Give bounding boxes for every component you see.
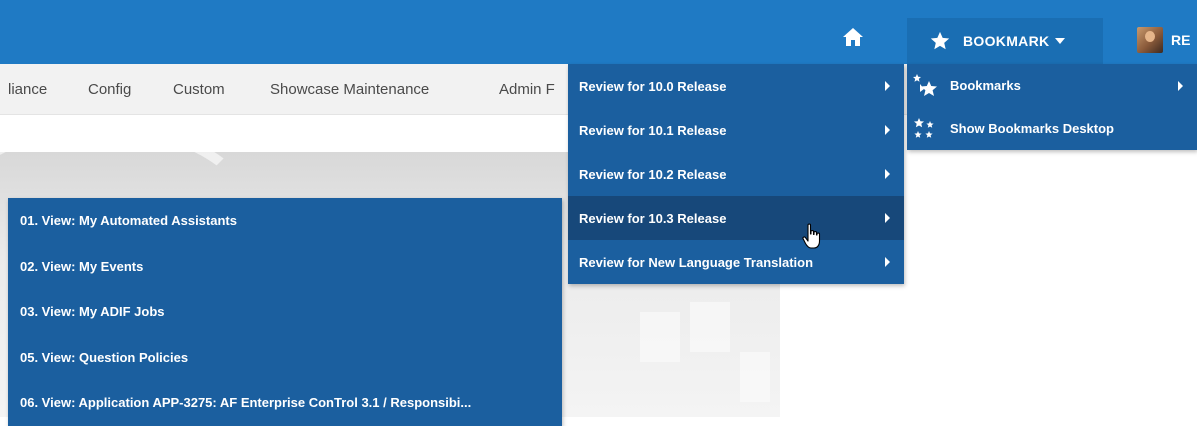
chevron-right-icon <box>1178 81 1183 91</box>
menu-item-show-bookmarks-desktop[interactable]: Show Bookmarks Desktop <box>907 107 1197 150</box>
menu-item-label: 05. View: Question Policies <box>20 349 189 365</box>
menu-item-release-10-2[interactable]: Review for 10.2 Release <box>568 152 904 196</box>
menu-item-label: 02. View: My Events <box>20 258 144 274</box>
user-label: RE <box>1171 32 1191 48</box>
caret-down-icon <box>1055 38 1066 44</box>
menu-item-view[interactable]: 05. View: Question Policies <box>8 335 562 381</box>
home-icon <box>843 28 863 46</box>
menu-item-release-10-0[interactable]: Review for 10.0 Release <box>568 64 904 108</box>
menu-item-view[interactable]: 06. View: Application APP-3275: AF Enter… <box>8 380 562 426</box>
nav-item-showcase-maintenance[interactable]: Showcase Maintenance <box>270 81 429 98</box>
nav-item-config[interactable]: Config <box>88 81 131 98</box>
menu-item-release-10-1[interactable]: Review for 10.1 Release <box>568 108 904 152</box>
nav-item-compliance[interactable]: liance <box>8 81 47 98</box>
bookmark-dropdown-menu: Bookmarks Show Bookmarks Desktop <box>907 64 1197 150</box>
menu-item-label: Bookmarks <box>950 78 1021 93</box>
star-icon <box>930 31 950 50</box>
menu-item-label: 01. View: My Automated Assistants <box>20 213 237 229</box>
chevron-right-icon <box>885 125 890 135</box>
bookmarks-stars-icon <box>913 73 937 96</box>
nav-item-custom[interactable]: Custom <box>173 81 225 98</box>
top-bar: BOOKMARK RE <box>0 0 1197 64</box>
chevron-right-icon <box>885 213 890 223</box>
menu-item-label: Show Bookmarks Desktop <box>950 121 1114 136</box>
menu-item-label: 06. View: Application APP-3275: AF Enter… <box>20 395 472 411</box>
menu-item-label: Review for 10.1 Release <box>579 122 727 138</box>
chevron-right-icon <box>885 169 890 179</box>
menu-item-view[interactable]: 03. View: My ADIF Jobs <box>8 289 562 335</box>
user-menu-button[interactable]: RE <box>1137 26 1190 54</box>
menu-item-label: Review for 10.0 Release <box>579 78 727 94</box>
views-menu: 01. View: My Automated Assistants 02. Vi… <box>8 198 562 426</box>
menu-item-label: Review for 10.2 Release <box>579 166 727 182</box>
chevron-right-icon <box>885 257 890 267</box>
menu-item-bookmarks[interactable]: Bookmarks <box>907 64 1197 107</box>
menu-item-release-10-3[interactable]: Review for 10.3 Release <box>568 196 904 240</box>
bookmark-label: BOOKMARK <box>963 33 1050 49</box>
home-button[interactable] <box>838 22 868 52</box>
release-submenu: Review for 10.0 Release Review for 10.1 … <box>568 64 904 284</box>
menu-item-view[interactable]: 02. View: My Events <box>8 244 562 290</box>
menu-item-label: Review for New Language Translation <box>579 254 814 270</box>
chevron-right-icon <box>885 81 890 91</box>
menu-item-new-language-translation[interactable]: Review for New Language Translation <box>568 240 904 284</box>
menu-item-view[interactable]: 01. View: My Automated Assistants <box>8 198 562 244</box>
nav-item-admin[interactable]: Admin F <box>499 81 555 98</box>
bookmark-dropdown-button[interactable]: BOOKMARK <box>907 18 1103 64</box>
menu-item-label: Review for 10.3 Release <box>579 210 727 226</box>
desktop-stars-icon <box>914 117 934 138</box>
hand-cursor-icon <box>802 223 821 249</box>
avatar <box>1137 27 1163 53</box>
menu-item-label: 03. View: My ADIF Jobs <box>20 304 165 320</box>
